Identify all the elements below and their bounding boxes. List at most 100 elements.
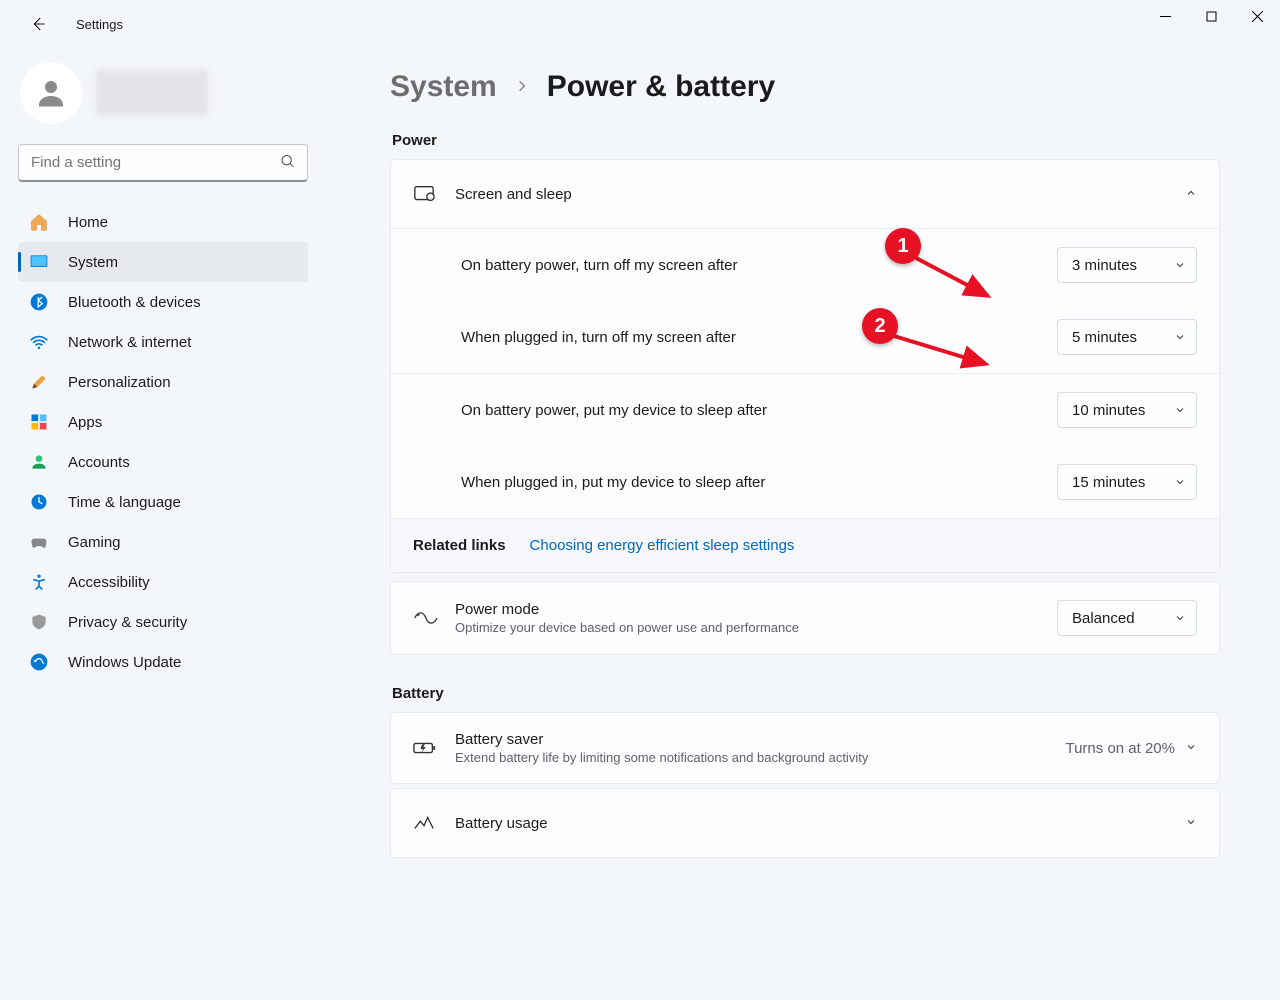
windows-update-icon bbox=[28, 651, 50, 673]
plugged-sleep-row: When plugged in, put my device to sleep … bbox=[391, 446, 1219, 518]
battery-sleep-row: On battery power, put my device to sleep… bbox=[391, 373, 1219, 446]
titlebar: Settings bbox=[0, 0, 1280, 48]
battery-screen-dropdown[interactable]: 3 minutes bbox=[1057, 247, 1197, 283]
nav-label: System bbox=[68, 254, 118, 271]
battery-saver-status: Turns on at 20% bbox=[1065, 740, 1175, 757]
chevron-down-icon bbox=[1174, 259, 1186, 271]
bluetooth-icon bbox=[28, 291, 50, 313]
nav-label: Home bbox=[68, 214, 108, 231]
dropdown-value: 10 minutes bbox=[1072, 402, 1145, 419]
accounts-icon bbox=[28, 451, 50, 473]
annotation-arrow-2 bbox=[888, 326, 998, 376]
maximize-button[interactable] bbox=[1188, 0, 1234, 32]
sidebar-item-personalization[interactable]: Personalization bbox=[18, 362, 308, 402]
nav-label: Gaming bbox=[68, 534, 121, 551]
sidebar-item-accounts[interactable]: Accounts bbox=[18, 442, 308, 482]
home-icon bbox=[28, 211, 50, 233]
battery-usage-card: Battery usage bbox=[390, 788, 1220, 858]
battery-sleep-dropdown[interactable]: 10 minutes bbox=[1057, 392, 1197, 428]
battery-usage-icon bbox=[413, 813, 443, 833]
window-controls bbox=[1142, 0, 1280, 32]
privacy-icon bbox=[28, 611, 50, 633]
search-box[interactable] bbox=[18, 144, 308, 182]
sidebar-item-privacy[interactable]: Privacy & security bbox=[18, 602, 308, 642]
plugged-sleep-label: When plugged in, put my device to sleep … bbox=[461, 474, 1057, 491]
sidebar-item-home[interactable]: Home bbox=[18, 202, 308, 242]
avatar bbox=[20, 62, 82, 124]
battery-saver-icon bbox=[413, 738, 443, 758]
annotation-arrow-1 bbox=[910, 248, 1000, 308]
related-links-label: Related links bbox=[413, 537, 506, 554]
nav-list: Home System Bluetooth & devices Network … bbox=[18, 202, 308, 682]
screen-sleep-title: Screen and sleep bbox=[455, 186, 1185, 203]
plugged-screen-dropdown[interactable]: 5 minutes bbox=[1057, 319, 1197, 355]
annotation-callout-1: 1 bbox=[885, 228, 921, 264]
network-icon bbox=[28, 331, 50, 353]
annotation-callout-2: 2 bbox=[862, 308, 898, 344]
apps-icon bbox=[28, 411, 50, 433]
search-input[interactable] bbox=[18, 144, 308, 182]
breadcrumb-parent[interactable]: System bbox=[390, 70, 497, 104]
related-link-energy-settings[interactable]: Choosing energy efficient sleep settings bbox=[530, 537, 795, 554]
search-icon bbox=[280, 154, 296, 173]
plugged-screen-row: When plugged in, turn off my screen afte… bbox=[391, 301, 1219, 373]
power-mode-dropdown[interactable]: Balanced bbox=[1057, 600, 1197, 636]
chevron-down-icon bbox=[1174, 612, 1186, 624]
battery-usage-row[interactable]: Battery usage bbox=[391, 789, 1219, 857]
power-mode-title: Power mode bbox=[455, 601, 1057, 618]
dropdown-value: 5 minutes bbox=[1072, 329, 1137, 346]
battery-saver-card: Battery saver Extend battery life by lim… bbox=[390, 712, 1220, 784]
nav-label: Network & internet bbox=[68, 334, 191, 351]
battery-saver-subtitle: Extend battery life by limiting some not… bbox=[455, 750, 1065, 765]
sidebar-item-system[interactable]: System bbox=[18, 242, 308, 282]
section-battery: Battery bbox=[392, 685, 1220, 702]
chevron-up-icon[interactable] bbox=[1185, 186, 1197, 202]
chevron-right-icon bbox=[515, 76, 529, 99]
main-content: System Power & battery Power Screen and … bbox=[320, 48, 1280, 1000]
battery-saver-row[interactable]: Battery saver Extend battery life by lim… bbox=[391, 713, 1219, 783]
screen-sleep-card: Screen and sleep On battery power, turn … bbox=[390, 159, 1220, 573]
close-button[interactable] bbox=[1234, 0, 1280, 32]
back-button[interactable] bbox=[18, 4, 58, 44]
nav-label: Apps bbox=[68, 414, 102, 431]
time-language-icon bbox=[28, 491, 50, 513]
nav-label: Personalization bbox=[68, 374, 171, 391]
gaming-icon bbox=[28, 531, 50, 553]
minimize-button[interactable] bbox=[1142, 0, 1188, 32]
sidebar-item-windows-update[interactable]: Windows Update bbox=[18, 642, 308, 682]
accessibility-icon bbox=[28, 571, 50, 593]
power-mode-card: Power mode Optimize your device based on… bbox=[390, 581, 1220, 655]
battery-screen-row: On battery power, turn off my screen aft… bbox=[391, 228, 1219, 301]
section-power: Power bbox=[392, 132, 1220, 149]
dropdown-value: Balanced bbox=[1072, 610, 1135, 627]
plugged-sleep-dropdown[interactable]: 15 minutes bbox=[1057, 464, 1197, 500]
sidebar-item-gaming[interactable]: Gaming bbox=[18, 522, 308, 562]
dropdown-value: 3 minutes bbox=[1072, 257, 1137, 274]
user-name-redacted bbox=[96, 70, 208, 116]
chevron-down-icon bbox=[1174, 404, 1186, 416]
battery-usage-title: Battery usage bbox=[455, 815, 1185, 832]
dropdown-value: 15 minutes bbox=[1072, 474, 1145, 491]
sidebar-item-time-language[interactable]: Time & language bbox=[18, 482, 308, 522]
sidebar-item-network[interactable]: Network & internet bbox=[18, 322, 308, 362]
chevron-down-icon bbox=[1174, 331, 1186, 343]
sidebar-item-accessibility[interactable]: Accessibility bbox=[18, 562, 308, 602]
screen-sleep-icon bbox=[413, 183, 443, 205]
chevron-down-icon[interactable] bbox=[1185, 815, 1197, 831]
profile-block[interactable] bbox=[18, 56, 308, 144]
nav-label: Accounts bbox=[68, 454, 130, 471]
nav-label: Time & language bbox=[68, 494, 181, 511]
power-mode-icon bbox=[413, 608, 443, 628]
sidebar-item-apps[interactable]: Apps bbox=[18, 402, 308, 442]
sidebar-item-bluetooth[interactable]: Bluetooth & devices bbox=[18, 282, 308, 322]
system-icon bbox=[28, 251, 50, 273]
breadcrumb: System Power & battery bbox=[390, 70, 1220, 104]
app-title: Settings bbox=[76, 17, 123, 32]
nav-label: Accessibility bbox=[68, 574, 150, 591]
screen-sleep-header-row[interactable]: Screen and sleep bbox=[391, 160, 1219, 228]
chevron-down-icon[interactable] bbox=[1185, 740, 1197, 756]
battery-saver-text: Battery saver Extend battery life by lim… bbox=[455, 731, 1065, 765]
related-links-row: Related links Choosing energy efficient … bbox=[391, 518, 1219, 572]
power-mode-text: Power mode Optimize your device based on… bbox=[455, 601, 1057, 635]
page-title: Power & battery bbox=[547, 70, 775, 104]
